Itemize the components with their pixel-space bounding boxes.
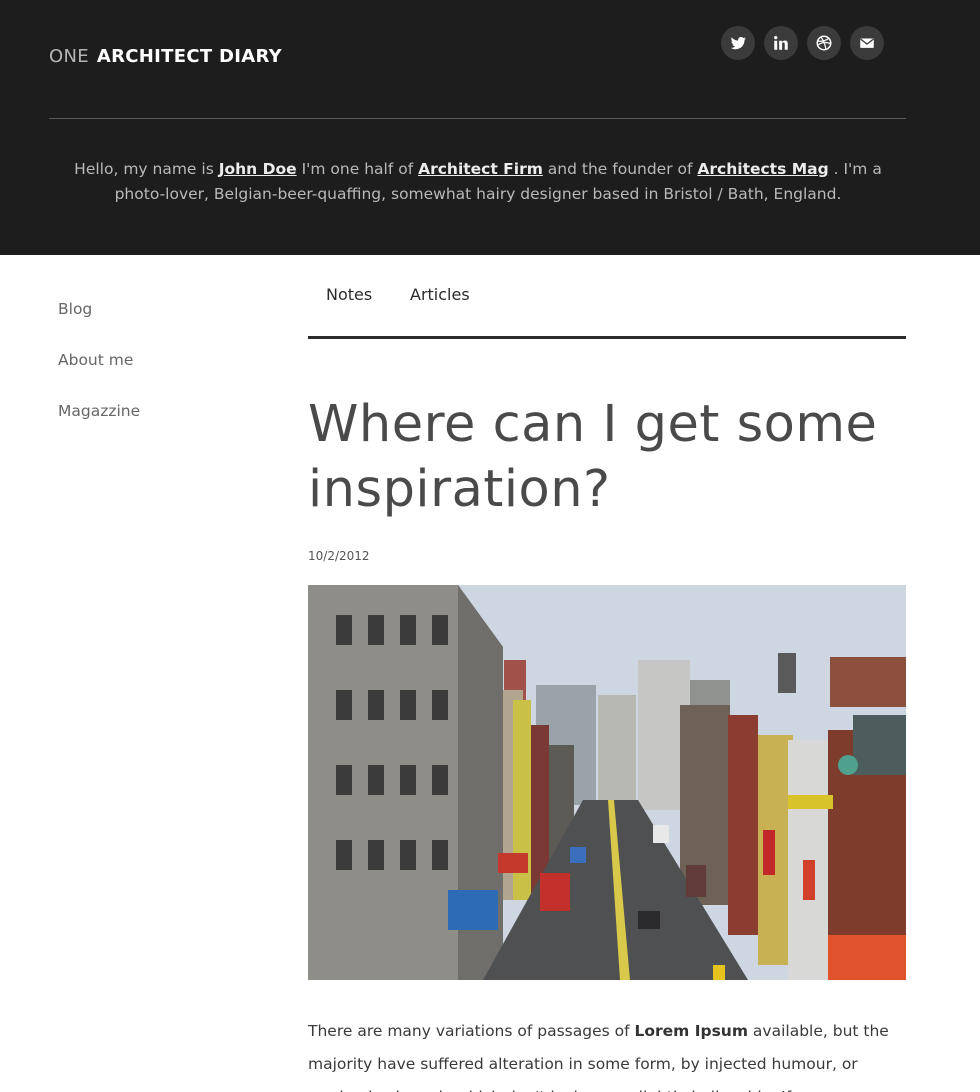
body-segment: There are many variations of passages of xyxy=(308,1022,635,1040)
site-header: ONE ARCHITECT DIARY Hello, my name is Joh… xyxy=(0,0,980,255)
dribbble-icon xyxy=(816,35,832,51)
social-links xyxy=(721,26,884,60)
tab-articles[interactable]: Articles xyxy=(410,284,470,306)
sidebar-item-magazzine[interactable]: Magazzine xyxy=(58,400,140,451)
article-date: 10/2/2012 xyxy=(308,549,370,563)
linkedin-link[interactable] xyxy=(764,26,798,60)
intro-segment: I'm one half of xyxy=(296,160,419,178)
city-street-image xyxy=(308,585,906,980)
email-link[interactable] xyxy=(850,26,884,60)
twitter-link[interactable] xyxy=(721,26,755,60)
body-bold-segment: Lorem Ipsum xyxy=(634,1022,748,1040)
tab-notes[interactable]: Notes xyxy=(326,284,372,306)
dribbble-link[interactable] xyxy=(807,26,841,60)
intro-segment: Hello, my name is xyxy=(74,160,219,178)
sidebar-item-about-me[interactable]: About me xyxy=(58,349,140,400)
content-tabs: Notes Articles xyxy=(308,284,906,339)
mail-icon xyxy=(860,38,874,48)
article-title: Where can I get some inspiration? xyxy=(308,395,878,519)
intro-text: Hello, my name is John Doe I'm one half … xyxy=(60,157,896,207)
article-body: There are many variations of passages of… xyxy=(308,1015,908,1092)
brand-prefix: ONE xyxy=(49,46,89,67)
architect-firm-link[interactable]: Architect Firm xyxy=(418,160,543,178)
site-logo[interactable]: ONE ARCHITECT DIARY xyxy=(49,46,282,67)
architects-mag-link[interactable]: Architects Mag xyxy=(697,160,828,178)
article-photo xyxy=(308,585,906,980)
intro-segment: and the founder of xyxy=(542,160,698,178)
linkedin-icon xyxy=(774,35,788,50)
sidebar-item-blog[interactable]: Blog xyxy=(58,298,140,349)
header-divider xyxy=(49,118,906,119)
sidebar-nav: Blog About me Magazzine xyxy=(58,298,140,451)
john-doe-link[interactable]: John Doe xyxy=(219,160,297,178)
brand-name: ARCHITECT DIARY xyxy=(96,46,282,67)
twitter-icon xyxy=(730,37,747,50)
